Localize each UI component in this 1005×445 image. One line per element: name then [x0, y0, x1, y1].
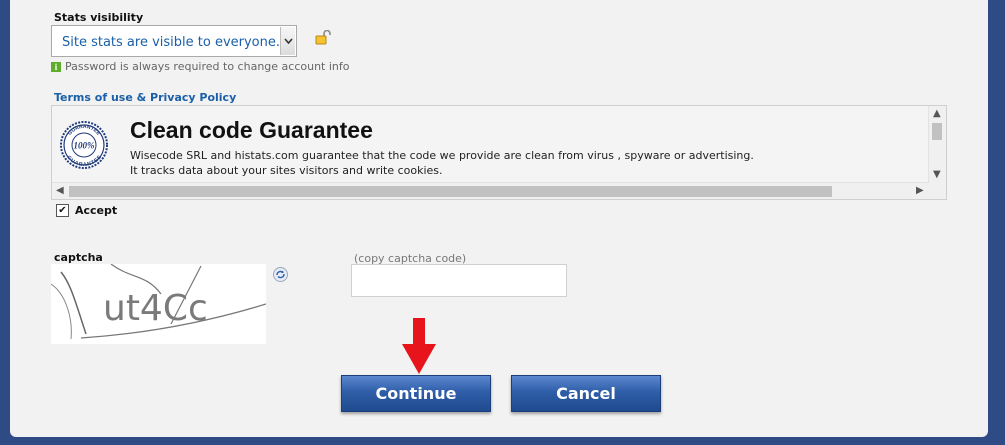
guarantee-seal-icon: GUARANTEE GUARANTEE 100%	[60, 121, 108, 169]
cancel-button[interactable]: Cancel	[511, 375, 661, 412]
stats-visibility-select[interactable]: Site stats are visible to everyone.	[51, 25, 297, 57]
captcha-text: ut4Cc	[103, 288, 208, 329]
terms-horizontal-scrollbar[interactable]: ◀ ▶	[52, 182, 929, 199]
scroll-down-icon[interactable]: ▼	[933, 170, 941, 180]
chevron-down-icon[interactable]	[280, 27, 295, 55]
terms-box[interactable]: GUARANTEE GUARANTEE 100% Clean code Guar…	[51, 105, 947, 200]
terms-privacy-link[interactable]: Terms of use & Privacy Policy	[54, 91, 236, 104]
terms-title: Clean code Guarantee	[130, 117, 373, 143]
stats-visibility-label: Stats visibility	[54, 11, 144, 24]
info-text: Password is always required to change ac…	[65, 60, 350, 73]
accept-label: Accept	[75, 204, 118, 217]
down-arrow-icon	[402, 318, 436, 374]
captcha-image: ut4Cc	[51, 264, 266, 344]
scroll-up-icon[interactable]: ▲	[933, 109, 941, 119]
accept-checkbox[interactable]: ✔	[56, 204, 69, 217]
refresh-icon[interactable]	[273, 267, 288, 282]
captcha-label: captcha	[54, 251, 103, 264]
accept-row[interactable]: ✔ Accept	[56, 204, 117, 217]
info-note: i Password is always required to change …	[51, 60, 350, 73]
lock-icon[interactable]	[315, 29, 333, 46]
terms-vertical-scrollbar[interactable]: ▲ ▼	[928, 106, 946, 184]
terms-line-1: Wisecode SRL and histats.com guarantee t…	[130, 149, 754, 162]
captcha-input[interactable]	[351, 264, 567, 297]
info-icon: i	[51, 61, 61, 72]
scroll-left-icon[interactable]: ◀	[56, 186, 64, 196]
scroll-right-icon[interactable]: ▶	[916, 186, 924, 196]
scrollbar-corner	[929, 183, 946, 199]
terms-line-2: It tracks data about your sites visitors…	[130, 164, 443, 177]
horizontal-scroll-thumb[interactable]	[69, 186, 832, 197]
seal-mid-text: 100%	[74, 141, 96, 151]
continue-button[interactable]: Continue	[341, 375, 491, 412]
stats-visibility-value: Site stats are visible to everyone.	[62, 35, 281, 50]
terms-content: GUARANTEE GUARANTEE 100% Clean code Guar…	[52, 106, 929, 184]
vertical-scroll-thumb[interactable]	[932, 123, 942, 140]
form-panel: Stats visibility Site stats are visible …	[10, 0, 988, 437]
